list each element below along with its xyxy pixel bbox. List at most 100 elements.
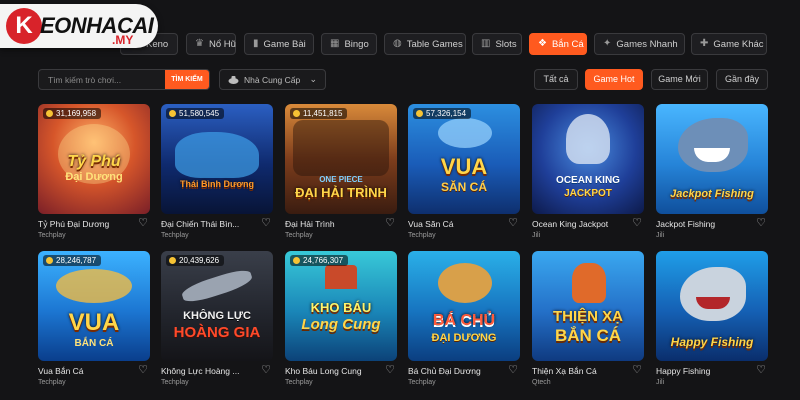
game-card[interactable]: Happy Fishing Happy Fishing ♡ Jili — [656, 251, 768, 386]
game-name: Ocean King Jackpot — [532, 219, 609, 229]
game-name: Không Lực Hoàng ... — [161, 366, 240, 376]
jackpot-badge: 24,766,307 — [290, 255, 349, 266]
game-name: Thiện Xạ Bắn Cá — [532, 366, 597, 376]
game-name: Bá Chủ Đại Dương — [408, 366, 481, 376]
jackpot-amount: 57,326,154 — [426, 109, 467, 118]
game-thumbnail[interactable]: 57,326,154 VUA SĂN CÁ — [408, 104, 520, 214]
coin-icon — [416, 110, 423, 117]
game-card[interactable]: OCEAN KING JACKPOT Ocean King Jackpot ♡ … — [532, 104, 644, 239]
thumbnail-art — [438, 263, 492, 303]
game-card[interactable]: 24,766,307 KHO BÁU Long Cung Kho Báu Lon… — [285, 251, 397, 386]
heart-icon[interactable]: ♡ — [756, 217, 766, 229]
game-name: Đại Hải Trình — [285, 219, 335, 229]
game-thumbnail[interactable]: BÁ CHỦ ĐẠI DƯƠNG — [408, 251, 520, 361]
category-slots[interactable]: ▥ Slots — [472, 33, 522, 55]
other-games-icon: ✚ — [700, 38, 709, 49]
game-thumbnail[interactable]: 51,580,545 Thái Bình Dương — [161, 104, 273, 214]
game-card[interactable]: 11,451,815 ONE PIECE ĐẠI HẢI TRÌNH Đại H… — [285, 104, 397, 239]
game-art-title: ĐẠI HẢI TRÌNH — [295, 185, 387, 200]
game-provider: Techplay — [408, 232, 436, 239]
category-no-hu[interactable]: ♛ Nổ Hũ — [186, 33, 236, 55]
jackpot-badge: 20,439,626 — [166, 255, 225, 266]
game-thumbnail[interactable]: 11,451,815 ONE PIECE ĐẠI HẢI TRÌNH — [285, 104, 397, 214]
game-card[interactable]: BÁ CHỦ ĐẠI DƯƠNG Bá Chủ Đại Dương ♡ Tech… — [408, 251, 520, 386]
category-table-games[interactable]: ◍ Table Games — [384, 33, 466, 55]
game-card[interactable]: 20,439,626 KHÔNG LỰC HOÀNG GIA Không Lực… — [161, 251, 273, 386]
game-thumbnail[interactable]: THIỆN XẠ BẮN CÁ — [532, 251, 644, 361]
category-ban-ca[interactable]: ❖ Bắn Cá — [529, 33, 587, 55]
category-bingo[interactable]: ▦ Bingo — [321, 33, 377, 55]
game-thumbnail[interactable]: Happy Fishing — [656, 251, 768, 361]
game-art-title: VUA — [440, 154, 488, 179]
game-provider: Jili — [532, 232, 541, 239]
thumbnail-art — [572, 263, 606, 303]
heart-icon[interactable]: ♡ — [508, 364, 518, 376]
jackpot-amount: 24,766,307 — [303, 256, 344, 265]
tab-all[interactable]: Tất cả — [534, 69, 578, 90]
site-logo[interactable]: K EONHACAI .MY — [0, 0, 160, 58]
game-art-title: Thái Bình Dương — [180, 179, 254, 189]
cards-icon: ▮ — [253, 38, 259, 49]
game-provider: Jili — [656, 232, 665, 239]
category-game-khac[interactable]: ✚ Game Khác — [691, 33, 767, 55]
jackpot-amount: 31,169,958 — [56, 109, 97, 118]
thumbnail-art — [566, 114, 610, 164]
heart-icon[interactable]: ♡ — [632, 364, 642, 376]
jackpot-badge: 11,451,815 — [290, 108, 348, 119]
game-name: Jackpot Fishing — [656, 219, 716, 229]
game-thumbnail[interactable]: Jackpot Fishing — [656, 104, 768, 214]
game-name: Tỷ Phú Đại Dương — [38, 219, 110, 229]
bingo-icon: ▦ — [330, 38, 340, 49]
jackpot-badge: 28,246,787 — [43, 255, 102, 266]
game-card[interactable]: Jackpot Fishing Jackpot Fishing ♡ Jili — [656, 104, 768, 239]
coin-icon — [293, 257, 300, 264]
game-provider: Qtech — [532, 379, 551, 386]
game-art-subtitle: BẮN CÁ — [74, 338, 114, 349]
game-provider: Techplay — [161, 379, 189, 386]
heart-icon[interactable]: ♡ — [261, 364, 271, 376]
category-game-bai[interactable]: ▮ Game Bài — [244, 33, 314, 55]
game-card[interactable]: 31,169,958 Tỷ Phú Đại Dương Tỷ Phú Đại D… — [38, 104, 150, 239]
category-label: Game Khác — [713, 38, 764, 50]
game-card[interactable]: 57,326,154 VUA SĂN CÁ Vua Săn Cá ♡ Techp… — [408, 104, 520, 239]
coin-icon — [46, 257, 53, 264]
heart-icon[interactable]: ♡ — [508, 217, 518, 229]
game-name: Vua Săn Cá — [408, 219, 454, 229]
game-thumbnail[interactable]: 24,766,307 KHO BÁU Long Cung — [285, 251, 397, 361]
game-card[interactable]: 28,246,787 VUA BẮN CÁ Vua Bắn Cá ♡ Techp… — [38, 251, 150, 386]
provider-select[interactable]: Nhà Cung Cấp ⌄ — [219, 69, 326, 90]
game-thumbnail[interactable]: OCEAN KING JACKPOT — [532, 104, 644, 214]
heart-icon[interactable]: ♡ — [385, 217, 395, 229]
heart-icon[interactable]: ♡ — [138, 364, 148, 376]
game-art-title: Happy Fishing — [670, 335, 754, 349]
search-input[interactable] — [39, 70, 167, 89]
tab-game-hot[interactable]: Game Hot — [585, 69, 643, 90]
game-thumbnail[interactable]: 20,439,626 KHÔNG LỰC HOÀNG GIA — [161, 251, 273, 361]
game-art-title: Tỷ Phú — [67, 153, 121, 170]
game-thumbnail[interactable]: 31,169,958 Tỷ Phú Đại Dương — [38, 104, 150, 214]
game-name: Happy Fishing — [656, 366, 711, 376]
game-art-subtitle: SĂN CÁ — [440, 180, 487, 194]
heart-icon[interactable]: ♡ — [385, 364, 395, 376]
game-card[interactable]: 51,580,545 Thái Bình Dương Đại Chiến Thá… — [161, 104, 273, 239]
game-card[interactable]: THIỆN XẠ BẮN CÁ Thiện Xạ Bắn Cá ♡ Qtech — [532, 251, 644, 386]
game-art-subtitle: ĐẠI DƯƠNG — [431, 332, 497, 344]
thumbnail-art — [325, 265, 357, 289]
slots-icon: ▥ — [481, 38, 491, 49]
logo-mark: K — [6, 8, 42, 44]
category-label: Bingo — [344, 38, 369, 50]
tab-game-moi[interactable]: Game Mới — [651, 69, 708, 90]
heart-icon[interactable]: ♡ — [756, 364, 766, 376]
heart-icon[interactable]: ♡ — [632, 217, 642, 229]
tab-gan-day[interactable]: Gần đây — [716, 69, 768, 90]
category-label: Table Games — [406, 38, 463, 50]
game-art-subtitle: Long Cung — [301, 316, 381, 333]
heart-icon[interactable]: ♡ — [138, 217, 148, 229]
heart-icon[interactable]: ♡ — [261, 217, 271, 229]
thumbnail-art — [56, 269, 132, 303]
category-games-nhanh[interactable]: ✦ Games Nhanh — [594, 33, 685, 55]
game-thumbnail[interactable]: 28,246,787 VUA BẮN CÁ — [38, 251, 150, 361]
game-art-subtitle: Đại Dương — [65, 171, 123, 183]
search-button[interactable]: TÌM KIẾM — [165, 70, 209, 89]
game-provider: Techplay — [38, 379, 66, 386]
